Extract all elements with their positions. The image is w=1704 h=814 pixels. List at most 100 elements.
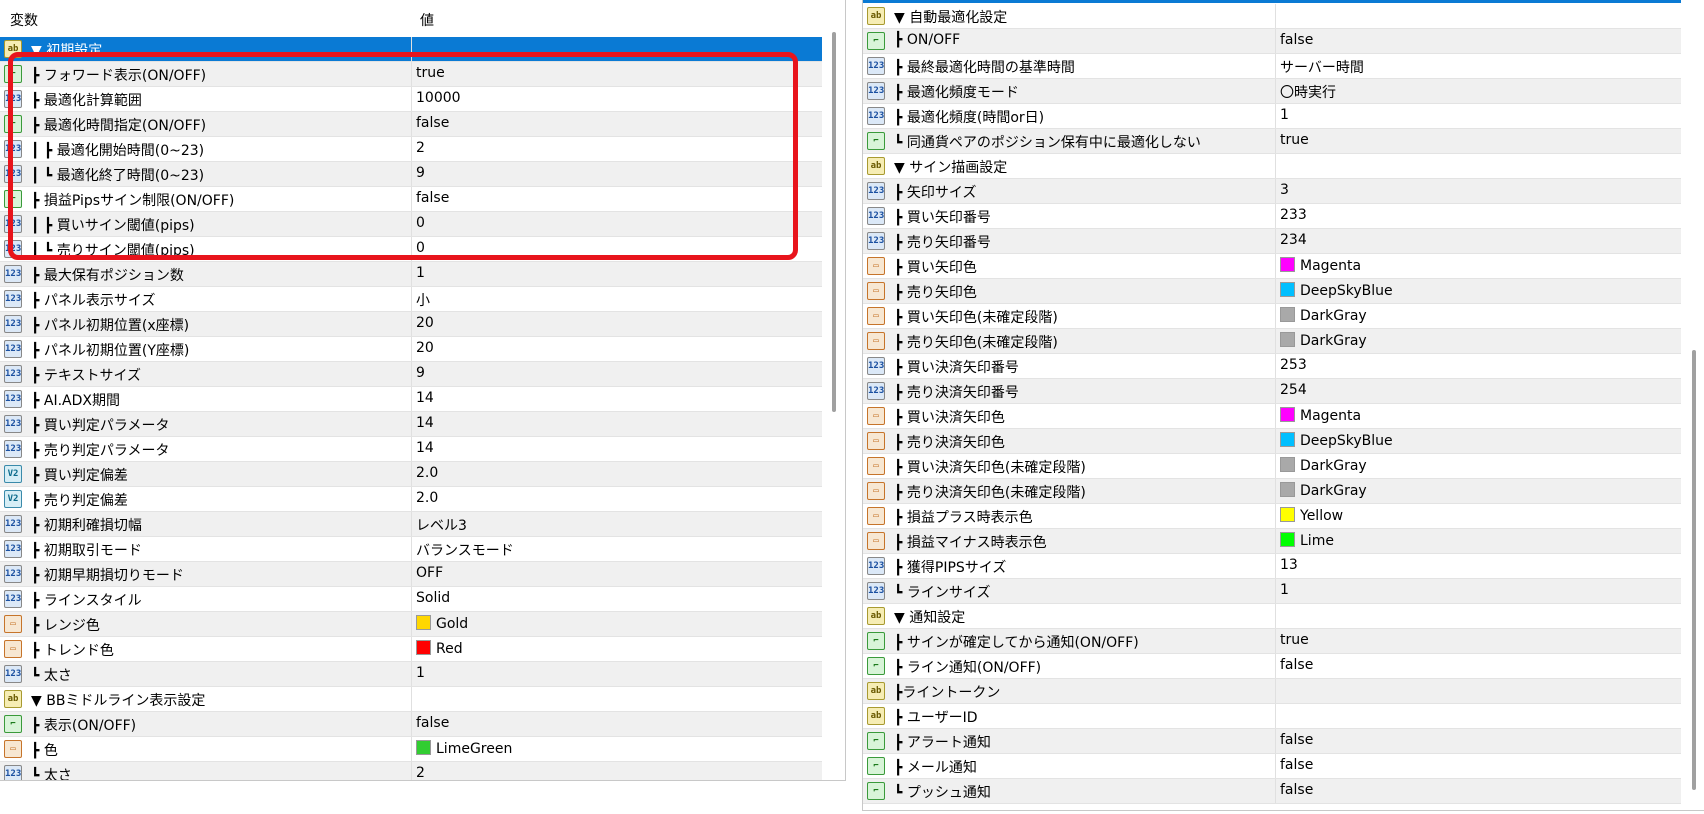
- parameter-value[interactable]: false: [416, 715, 449, 731]
- table-row[interactable]: ▭ ┣ 売り決済矢印色 DeepSkyBlue: [863, 429, 1681, 454]
- table-row[interactable]: 123 ┣ 買い判定パラメータ 14: [0, 412, 822, 437]
- parameter-value[interactable]: false: [1280, 782, 1313, 798]
- parameter-value[interactable]: OFF: [416, 565, 443, 581]
- table-row[interactable]: ▭ ┣ 損益マイナス時表示色 Lime: [863, 529, 1681, 554]
- parameter-value[interactable]: 1: [416, 665, 425, 681]
- table-row[interactable]: ▭ ┣ 買い決済矢印色(未確定段階) DarkGray: [863, 454, 1681, 479]
- table-row[interactable]: ⌐ ┣ ON/OFF false: [863, 29, 1681, 54]
- table-row[interactable]: V2 ┣ 買い判定偏差 2.0: [0, 462, 822, 487]
- parameter-value[interactable]: Red: [416, 640, 463, 657]
- parameter-value[interactable]: 3: [1280, 182, 1289, 198]
- table-row[interactable]: ▭ ┣ 買い矢印色(未確定段階) DarkGray: [863, 304, 1681, 329]
- table-row[interactable]: 123 ┗ 太さ 1: [0, 662, 822, 687]
- parameter-value[interactable]: DeepSkyBlue: [1280, 432, 1393, 449]
- table-row[interactable]: 123 ┣ ラインスタイル Solid: [0, 587, 822, 612]
- parameter-value[interactable]: false: [1280, 757, 1313, 773]
- parameter-value[interactable]: 14: [416, 415, 434, 431]
- table-row[interactable]: 123 ┣ 最終最適化時間の基準時間 サーバー時間: [863, 54, 1681, 79]
- parameter-value[interactable]: true: [1280, 132, 1309, 148]
- parameter-value[interactable]: Solid: [416, 590, 450, 606]
- parameter-value[interactable]: 20: [416, 315, 434, 331]
- parameter-value[interactable]: DarkGray: [1280, 482, 1367, 499]
- table-row[interactable]: ⌐ ┣ ライン通知(ON/OFF) false: [863, 654, 1681, 679]
- table-row[interactable]: 123 ┣ 矢印サイズ 3: [863, 179, 1681, 204]
- parameter-value[interactable]: false: [1280, 657, 1313, 673]
- table-row[interactable]: ab ┣ ユーザーID: [863, 704, 1681, 729]
- table-row[interactable]: ab ▼ サイン描画設定: [863, 154, 1681, 179]
- parameter-value[interactable]: 253: [1280, 357, 1307, 373]
- table-row[interactable]: ab ▼ BBミドルライン表示設定: [0, 687, 822, 712]
- table-row[interactable]: ⌐ ┣ アラート通知 false: [863, 729, 1681, 754]
- parameter-value[interactable]: レベル3: [416, 515, 467, 535]
- parameter-value[interactable]: 9: [416, 365, 425, 381]
- parameter-value[interactable]: DarkGray: [1280, 457, 1367, 474]
- table-row[interactable]: 123 ┣ 初期利確損切幅 レベル3: [0, 512, 822, 537]
- parameter-value[interactable]: false: [1280, 32, 1313, 48]
- table-row[interactable]: ▭ ┣ 色 LimeGreen: [0, 737, 822, 762]
- column-header-value[interactable]: 値: [420, 10, 434, 30]
- parameter-value[interactable]: 234: [1280, 232, 1307, 248]
- parameter-value[interactable]: 1: [416, 265, 425, 281]
- table-row[interactable]: 123 ┣ パネル表示サイズ 小: [0, 287, 822, 312]
- parameter-value[interactable]: サーバー時間: [1280, 57, 1364, 77]
- parameter-value[interactable]: 〇時実行: [1280, 82, 1336, 102]
- table-row[interactable]: 123 ┣ 初期早期損切りモード OFF: [0, 562, 822, 587]
- table-row[interactable]: 123 ┣ 売り決済矢印番号 254: [863, 379, 1681, 404]
- parameter-value[interactable]: バランスモード: [416, 540, 514, 560]
- parameter-value[interactable]: 2.0: [416, 490, 438, 506]
- left-scrollbar-thumb[interactable]: [832, 32, 836, 412]
- table-row[interactable]: 123 ┗ ラインサイズ 1: [863, 579, 1681, 604]
- table-row[interactable]: ⌐ ┗ プッシュ通知 false: [863, 779, 1681, 804]
- table-row[interactable]: ⌐ ┣ メール通知 false: [863, 754, 1681, 779]
- table-row[interactable]: ▭ ┣ トレンド色 Red: [0, 637, 822, 662]
- parameter-value[interactable]: 254: [1280, 382, 1307, 398]
- parameter-value[interactable]: 1: [1280, 582, 1289, 598]
- table-row[interactable]: ▭ ┣ 売り矢印色 DeepSkyBlue: [863, 279, 1681, 304]
- table-row[interactable]: 123 ┣ 最適化頻度(時間or日) 1: [863, 104, 1681, 129]
- table-row[interactable]: ▭ ┣ 買い決済矢印色 Magenta: [863, 404, 1681, 429]
- table-row[interactable]: 123 ┣ テキストサイズ 9: [0, 362, 822, 387]
- table-row[interactable]: 123 ┣ 売り判定パラメータ 14: [0, 437, 822, 462]
- parameter-value[interactable]: false: [1280, 732, 1313, 748]
- parameter-value[interactable]: Lime: [1280, 532, 1334, 549]
- right-scrollbar[interactable]: [1685, 0, 1704, 810]
- parameter-value[interactable]: 小: [416, 290, 430, 310]
- parameter-value[interactable]: LimeGreen: [416, 740, 512, 757]
- table-row[interactable]: 123 ┣ AI.ADX期間 14: [0, 387, 822, 412]
- parameter-value[interactable]: Magenta: [1280, 257, 1361, 274]
- parameter-value[interactable]: DarkGray: [1280, 307, 1367, 324]
- parameter-value[interactable]: 2: [416, 765, 425, 780]
- table-row[interactable]: ab ▼ 通知設定: [863, 604, 1681, 629]
- table-row[interactable]: ▭ ┣ 買い矢印色 Magenta: [863, 254, 1681, 279]
- left-scrollbar[interactable]: [826, 0, 844, 780]
- parameter-value[interactable]: DarkGray: [1280, 332, 1367, 349]
- table-row[interactable]: 123 ┣ パネル初期位置(x座標) 20: [0, 312, 822, 337]
- right-scrollbar-thumb[interactable]: [1692, 350, 1696, 790]
- table-row[interactable]: ⌐ ┣ サインが確定してから通知(ON/OFF) true: [863, 629, 1681, 654]
- parameter-value[interactable]: DeepSkyBlue: [1280, 282, 1393, 299]
- table-row[interactable]: ⌐ ┣ 表示(ON/OFF) false: [0, 712, 822, 737]
- column-header-variable[interactable]: 変数: [10, 10, 38, 30]
- table-row[interactable]: 123 ┣ 買い決済矢印番号 253: [863, 354, 1681, 379]
- table-row[interactable]: ▭ ┣ 売り矢印色(未確定段階) DarkGray: [863, 329, 1681, 354]
- table-row[interactable]: V2 ┣ 売り判定偏差 2.0: [0, 487, 822, 512]
- table-row[interactable]: ab ▼ 自動最適化設定: [863, 4, 1681, 29]
- parameter-value[interactable]: Magenta: [1280, 407, 1361, 424]
- parameter-value[interactable]: 13: [1280, 557, 1298, 573]
- table-row[interactable]: ▭ ┣ レンジ色 Gold: [0, 612, 822, 637]
- table-row[interactable]: ▭ ┣ 損益プラス時表示色 Yellow: [863, 504, 1681, 529]
- table-row[interactable]: 123 ┗ 太さ 2: [0, 762, 822, 780]
- table-row[interactable]: 123 ┣ 買い矢印番号 233: [863, 204, 1681, 229]
- parameter-value[interactable]: Gold: [416, 615, 468, 632]
- parameter-value[interactable]: 2.0: [416, 465, 438, 481]
- table-row[interactable]: 123 ┣ 売り矢印番号 234: [863, 229, 1681, 254]
- table-row[interactable]: 123 ┣ 最適化頻度モード 〇時実行: [863, 79, 1681, 104]
- parameter-value[interactable]: 20: [416, 340, 434, 356]
- table-row[interactable]: 123 ┣ 獲得PIPSサイズ 13: [863, 554, 1681, 579]
- parameter-value[interactable]: 14: [416, 440, 434, 456]
- table-row[interactable]: ▭ ┣ 売り決済矢印色(未確定段階) DarkGray: [863, 479, 1681, 504]
- table-row[interactable]: 123 ┣ 最大保有ポジション数 1: [0, 262, 822, 287]
- parameter-value[interactable]: 233: [1280, 207, 1307, 223]
- parameter-value[interactable]: true: [1280, 632, 1309, 648]
- parameter-value[interactable]: 1: [1280, 107, 1289, 123]
